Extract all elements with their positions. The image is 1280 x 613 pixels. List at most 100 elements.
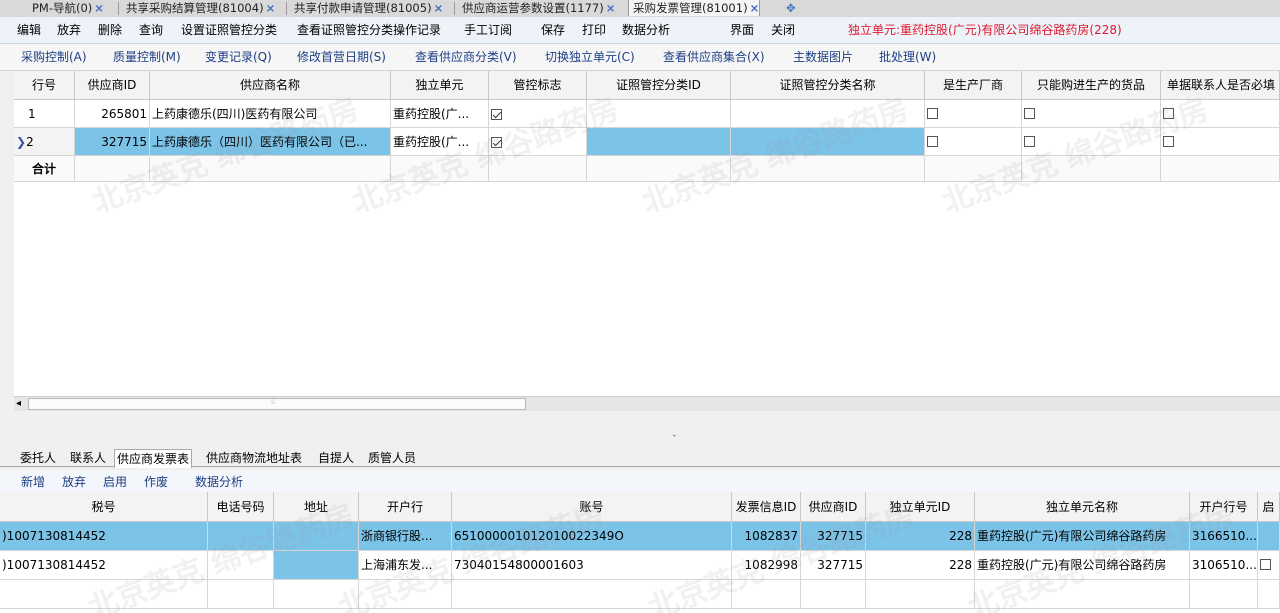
tab-shared-payment-request[interactable]: 共享付款申请管理(81005) ×: [290, 0, 443, 16]
tab-pickup-person[interactable]: 自提人: [316, 449, 356, 467]
cert-class-id: [587, 128, 731, 156]
col-header[interactable]: 地址: [274, 492, 359, 522]
address: [274, 551, 359, 580]
control-flag-checkbox[interactable]: [491, 109, 502, 120]
only-mfr-goods-checkbox[interactable]: [1024, 108, 1035, 119]
is-manufacturer-checkbox[interactable]: [927, 136, 938, 147]
is-manufacturer-checkbox[interactable]: [927, 108, 938, 119]
horizontal-scrollbar[interactable]: ◂ ⦙⦙: [14, 396, 1280, 412]
plus-icon[interactable]: ✥: [782, 0, 796, 16]
phone: [208, 551, 274, 580]
supplier-toolbar: 采购控制(A) 质量控制(M) 变更记录(Q) 修改首营日期(S) 查看供应商分…: [0, 44, 1280, 71]
invoice-info-id: 1082837: [732, 522, 801, 551]
batch-process-button[interactable]: 批处理(W): [879, 50, 936, 65]
menu-set-cert-class[interactable]: 设置证照管控分类: [181, 22, 277, 38]
col-header[interactable]: 账号: [452, 492, 732, 522]
col-header[interactable]: 供应商ID: [75, 71, 150, 100]
supplier-grid: 行号 供应商ID 供应商名称 独立单元 管控标志 证照管控分类ID 证照管控分类…: [14, 71, 1280, 396]
col-header[interactable]: 管控标志: [489, 71, 587, 100]
cert-class-id: [587, 100, 731, 128]
row-pointer-icon: ❯: [16, 135, 27, 149]
close-icon[interactable]: ×: [606, 1, 616, 15]
tab-supplier-ops-params[interactable]: 供应商运营参数设置(1177) ×: [458, 0, 615, 16]
void-button[interactable]: 作废: [144, 475, 168, 490]
col-header[interactable]: 税号: [0, 492, 208, 522]
invoice-toolbar: [0, 470, 1280, 492]
col-header[interactable]: 开户行号: [1190, 492, 1258, 522]
tab-consignor[interactable]: 委托人: [18, 449, 58, 467]
col-header[interactable]: 单据联系人是否必填: [1161, 71, 1280, 100]
grip-icon: ⦙⦙: [271, 397, 276, 407]
scroll-left-icon[interactable]: ◂: [16, 398, 21, 409]
tab-contact[interactable]: 联系人: [68, 449, 108, 467]
close-icon[interactable]: ×: [94, 1, 104, 15]
col-header[interactable]: 独立单元ID: [866, 492, 975, 522]
menu-bar: 编辑 放弃 删除 查询 设置证照管控分类 查看证照管控分类操作记录 手工订阅 保…: [0, 17, 1280, 44]
splitter-grip-icon[interactable]: ˇ: [672, 435, 677, 445]
cert-class-name: [731, 100, 925, 128]
close-icon[interactable]: ×: [266, 1, 276, 15]
only-mfr-goods-checkbox[interactable]: [1024, 136, 1035, 147]
menu-manual-subscribe[interactable]: 手工订阅: [464, 22, 512, 38]
data-analysis-button[interactable]: 数据分析: [195, 475, 243, 490]
col-header[interactable]: 供应商名称: [150, 71, 391, 100]
col-header[interactable]: 证照管控分类名称: [731, 71, 925, 100]
quality-control-button[interactable]: 质量控制(M): [113, 50, 181, 65]
splitter[interactable]: ˇ: [0, 411, 1280, 447]
col-header[interactable]: 只能购进生产的货品: [1022, 71, 1161, 100]
menu-discard[interactable]: 放弃: [57, 22, 81, 38]
discard-button[interactable]: 放弃: [62, 475, 86, 490]
menu-close[interactable]: 关闭: [771, 22, 795, 38]
current-unit-label: 独立单元:重药控股(广元)有限公司绵谷路药房(228): [848, 23, 1122, 37]
modify-first-date-button[interactable]: 修改首营日期(S): [297, 50, 386, 65]
supplier-id: 327715: [801, 551, 866, 580]
bank-name: 浙商银行股...: [359, 522, 452, 551]
col-header[interactable]: 发票信息ID: [732, 492, 801, 522]
menu-interface[interactable]: 界面: [730, 22, 754, 38]
invoice-grid: 税号 电话号码 地址 开户行 账号 发票信息ID 供应商ID 独立单元ID 独立…: [0, 492, 1280, 613]
contact-required-checkbox[interactable]: [1163, 136, 1174, 147]
supplier-id: 327715: [801, 522, 866, 551]
change-log-button[interactable]: 变更记录(Q): [205, 50, 272, 65]
col-header[interactable]: 电话号码: [208, 492, 274, 522]
master-image-button[interactable]: 主数据图片: [793, 50, 853, 65]
tab-shared-purchase-settlement[interactable]: 共享采购结算管理(81004) ×: [122, 0, 275, 16]
tab-quality-staff[interactable]: 质管人员: [366, 449, 418, 467]
tab-logistics-address[interactable]: 供应商物流地址表: [204, 449, 304, 467]
supplier-name: 上药康德乐（四川）医药有限公司（已...: [150, 128, 391, 156]
col-header[interactable]: 启: [1258, 492, 1280, 522]
menu-query[interactable]: 查询: [139, 22, 163, 38]
view-supplier-class-button[interactable]: 查看供应商分类(V): [415, 50, 517, 65]
scrollbar-thumb[interactable]: ⦙⦙: [28, 397, 526, 410]
unit-name: 重药控股(广...: [391, 100, 489, 128]
col-header[interactable]: 是生产厂商: [925, 71, 1022, 100]
tab-pm-nav[interactable]: PM-导航(0) ×: [28, 0, 104, 16]
menu-data-analysis[interactable]: 数据分析: [622, 22, 670, 38]
tax-number: )1007130814452: [0, 551, 208, 580]
menu-view-cert-log[interactable]: 查看证照管控分类操作记录: [297, 22, 441, 38]
close-icon[interactable]: ×: [434, 1, 444, 15]
enabled-checkbox[interactable]: [1260, 559, 1271, 570]
col-header[interactable]: 行号: [14, 71, 75, 100]
close-icon[interactable]: ×: [750, 1, 760, 15]
tab-supplier-invoice[interactable]: 供应商发票表: [114, 449, 193, 468]
add-button[interactable]: 新增: [21, 475, 45, 490]
col-header[interactable]: 独立单元: [391, 71, 489, 100]
col-header[interactable]: 证照管控分类ID: [587, 71, 731, 100]
col-header[interactable]: 开户行: [359, 492, 452, 522]
bank-number: 3106510...: [1190, 551, 1258, 580]
contact-required-checkbox[interactable]: [1163, 108, 1174, 119]
col-header[interactable]: 供应商ID: [801, 492, 866, 522]
control-flag-checkbox[interactable]: [491, 137, 502, 148]
purchase-control-button[interactable]: 采购控制(A): [21, 50, 87, 65]
bank-name: 上海浦东发...: [359, 551, 452, 580]
switch-unit-button[interactable]: 切换独立单元(C): [545, 50, 635, 65]
menu-delete[interactable]: 删除: [98, 22, 122, 38]
menu-save[interactable]: 保存: [541, 22, 565, 38]
col-header[interactable]: 独立单元名称: [975, 492, 1190, 522]
menu-print[interactable]: 打印: [582, 22, 606, 38]
menu-edit[interactable]: 编辑: [17, 22, 41, 38]
view-supplier-set-button[interactable]: 查看供应商集合(X): [663, 50, 765, 65]
tab-purchase-invoice[interactable]: 采购发票管理(81001) ×: [628, 0, 761, 16]
enable-button[interactable]: 启用: [103, 475, 127, 490]
